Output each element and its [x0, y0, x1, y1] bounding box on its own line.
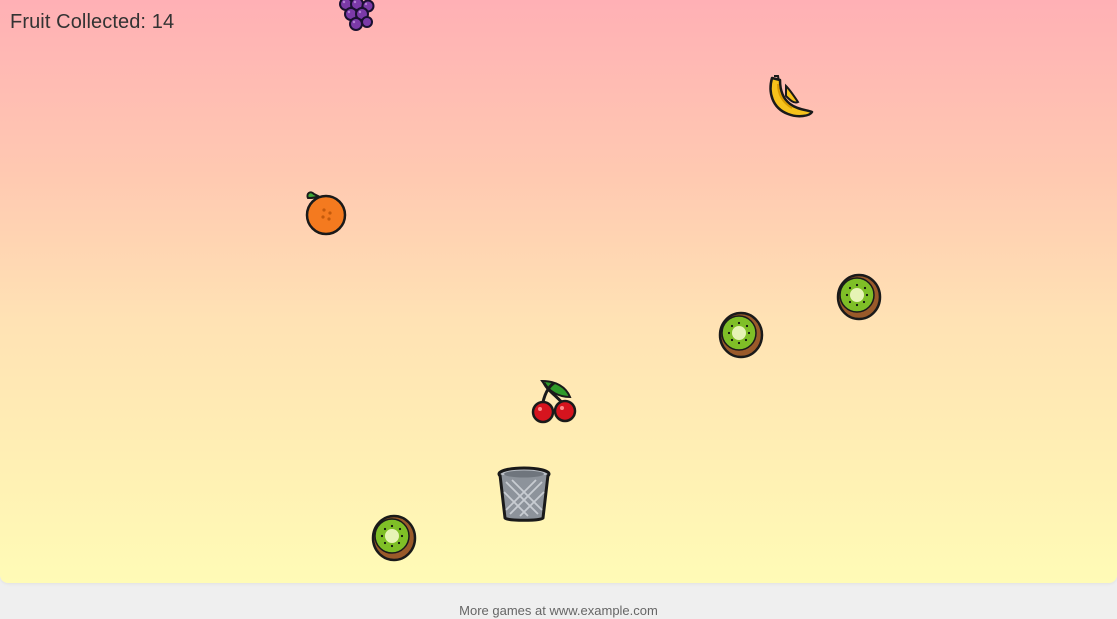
banana-icon — [769, 75, 814, 118]
game-area[interactable]: Fruit Collected: 14 — [0, 0, 1117, 583]
cherries-icon — [531, 379, 577, 424]
grapes-icon — [339, 0, 375, 31]
wastebasket-icon[interactable] — [496, 466, 552, 524]
kiwi-icon — [371, 514, 417, 562]
footer-link[interactable]: More games at www.example.com — [0, 603, 1117, 618]
kiwi-icon — [718, 311, 764, 359]
orange-icon — [305, 191, 347, 236]
score-counter: Fruit Collected: 14 — [10, 11, 175, 33]
kiwi-icon — [836, 273, 882, 321]
